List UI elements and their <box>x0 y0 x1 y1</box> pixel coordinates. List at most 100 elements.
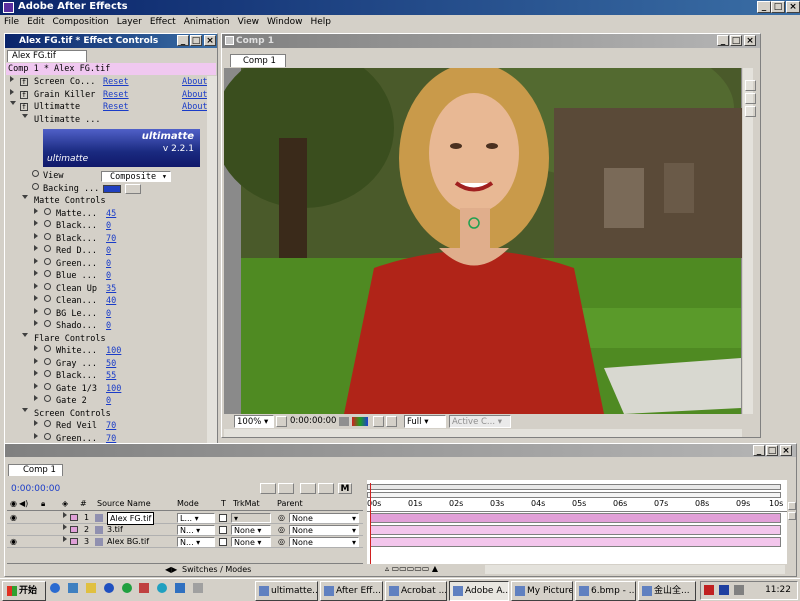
timeline-title-bar[interactable] <box>5 444 796 457</box>
comp-minimize-button[interactable]: _ <box>717 35 729 46</box>
stopwatch-icon[interactable] <box>44 282 51 290</box>
timeline-close-pane-icon[interactable] <box>788 512 796 520</box>
menu-item-edit[interactable]: Edit <box>23 15 48 29</box>
preserve-transparency-checkbox[interactable] <box>219 514 227 522</box>
transparency-grid-icon[interactable] <box>386 416 397 427</box>
param-row[interactable]: Red D... 0 <box>6 245 206 258</box>
stopwatch-icon[interactable] <box>44 245 51 252</box>
stopwatch-icon[interactable] <box>32 182 39 190</box>
param-value[interactable]: 0 <box>106 320 111 333</box>
tray-icon-2[interactable] <box>718 584 729 595</box>
preserve-transparency-checkbox[interactable] <box>219 526 227 534</box>
info-icon[interactable] <box>103 583 114 593</box>
trkmat-select[interactable]: None ▾ <box>231 525 271 535</box>
parent-select[interactable]: None ▾ <box>289 513 359 523</box>
close-button[interactable]: × <box>786 1 800 13</box>
param-row[interactable]: Clean... 40 <box>6 295 206 308</box>
param-value[interactable]: 0 <box>106 395 111 408</box>
param-value[interactable]: 0 <box>106 245 111 258</box>
effect-scrollbar[interactable] <box>207 76 217 461</box>
stopwatch-icon[interactable] <box>44 320 51 327</box>
param-value[interactable]: 100 <box>106 345 121 358</box>
expand-triangle-icon[interactable] <box>22 407 28 412</box>
effect-row[interactable]: f Screen Co... Reset About... <box>6 76 207 89</box>
view-options-icon[interactable] <box>745 80 756 91</box>
flare-controls-group[interactable]: Flare Controls <box>6 332 206 346</box>
timeline-minimize-button[interactable]: _ <box>753 445 765 456</box>
expand-triangle-icon[interactable] <box>34 245 38 251</box>
ultimatte-sub-group[interactable]: Ultimatte ... <box>6 113 206 127</box>
time-ruler[interactable]: 00s 01s 02s 03s 04s 05s 06s 07s 08s 09s 10s <box>367 498 787 512</box>
stopwatch-icon[interactable] <box>44 232 51 240</box>
visibility-eye-icon[interactable]: ◉ <box>10 512 17 523</box>
taskbar-button[interactable]: 金山全... <box>638 581 696 601</box>
expand-triangle-icon[interactable] <box>34 295 38 301</box>
timeline-zoom-slider[interactable]: ▵ ▭▭▭▭▭ ▲ <box>385 565 475 574</box>
backing-color-swatch[interactable] <box>103 184 121 193</box>
expand-triangle-icon[interactable] <box>34 370 38 376</box>
expand-triangle-icon[interactable] <box>34 432 38 439</box>
safe-zones-icon[interactable] <box>276 416 287 427</box>
expand-triangle-icon[interactable] <box>22 113 28 118</box>
current-time-indicator[interactable] <box>370 483 371 564</box>
param-value[interactable]: 35 <box>106 283 116 296</box>
expand-triangle-icon[interactable] <box>34 257 38 264</box>
media-icon[interactable] <box>121 583 132 593</box>
param-value[interactable]: 70 <box>106 233 116 246</box>
outlook-icon[interactable] <box>85 583 96 593</box>
about-link[interactable]: About... <box>182 101 207 114</box>
stopwatch-icon[interactable] <box>44 345 51 352</box>
layer-mode-select[interactable]: N... ▾ <box>177 537 215 547</box>
label-color-icon[interactable] <box>70 526 78 533</box>
expand-triangle-icon[interactable] <box>34 345 38 351</box>
visibility-eye-icon[interactable]: ◉ <box>10 536 17 547</box>
layer-row[interactable]: 2 3.tif N... ▾ None ▾ ◎ None ▾ <box>7 524 363 536</box>
source-name-column[interactable]: Source Name <box>97 498 151 510</box>
zoom-select[interactable]: 100% ▾ <box>234 415 274 428</box>
param-value[interactable]: 55 <box>106 370 116 383</box>
param-value[interactable]: 0 <box>106 258 111 271</box>
comp-maximize-button[interactable]: □ <box>730 35 742 46</box>
resolution-select[interactable]: Full ▾ <box>404 415 446 428</box>
effect-close-button[interactable]: × <box>204 35 216 46</box>
stopwatch-icon[interactable] <box>44 382 51 390</box>
taskbar-button[interactable]: Acrobat ... <box>385 581 447 601</box>
volume-icon[interactable] <box>733 584 744 595</box>
reset-link[interactable]: Reset <box>103 101 129 114</box>
param-row[interactable]: Red Veil 70 <box>6 420 206 433</box>
effect-controls-tab[interactable]: Alex FG.tif <box>7 50 87 62</box>
stopwatch-icon[interactable] <box>44 295 51 302</box>
about-link[interactable]: About... <box>182 76 207 89</box>
preserve-transparency-checkbox[interactable] <box>219 538 227 546</box>
stopwatch-icon[interactable] <box>44 395 51 402</box>
expand-triangle-icon[interactable] <box>34 232 38 239</box>
taskbar-button[interactable]: My Pictures <box>511 581 573 601</box>
param-value[interactable]: 40 <box>106 295 116 308</box>
matte-controls-group[interactable]: Matte Controls <box>6 195 206 208</box>
expand-triangle-icon[interactable] <box>34 357 38 364</box>
reset-link[interactable]: Reset <box>103 89 129 102</box>
stopwatch-icon[interactable] <box>44 420 51 427</box>
expand-triangle-icon[interactable] <box>10 88 14 95</box>
param-row[interactable]: Green... 0 <box>6 257 206 271</box>
layer-row[interactable]: ◉ 1 Alex FG.tif L... ▾ ▾ ◎ None ▾ <box>7 512 363 525</box>
param-value[interactable]: 50 <box>106 358 116 371</box>
pickwhip-icon[interactable]: ◎ <box>278 536 285 547</box>
param-row[interactable]: Gray ... 50 <box>6 357 206 371</box>
screen-controls-group[interactable]: Screen Controls <box>6 407 206 421</box>
param-row[interactable]: Gate 2 0 <box>6 395 206 408</box>
expand-triangle-icon[interactable] <box>34 395 38 401</box>
menu-item-window[interactable]: Window <box>263 15 307 29</box>
expand-triangle-icon[interactable] <box>34 220 38 226</box>
comp-viewer[interactable] <box>224 68 742 414</box>
param-row[interactable]: Gate 1/3 100 <box>6 382 206 396</box>
param-value[interactable]: 100 <box>106 383 121 396</box>
layer-mode-select[interactable]: L... ▾ <box>177 513 215 523</box>
expand-triangle-icon[interactable] <box>34 207 38 214</box>
layer-mode-select[interactable]: N... ▾ <box>177 525 215 535</box>
menu-item-animation[interactable]: Animation <box>180 15 234 29</box>
comp-title-bar[interactable]: Comp 1 <box>222 34 760 48</box>
render-icon[interactable] <box>278 483 294 494</box>
work-area-bar[interactable] <box>367 484 781 490</box>
taskbar-button[interactable]: After Eff... <box>320 581 383 601</box>
